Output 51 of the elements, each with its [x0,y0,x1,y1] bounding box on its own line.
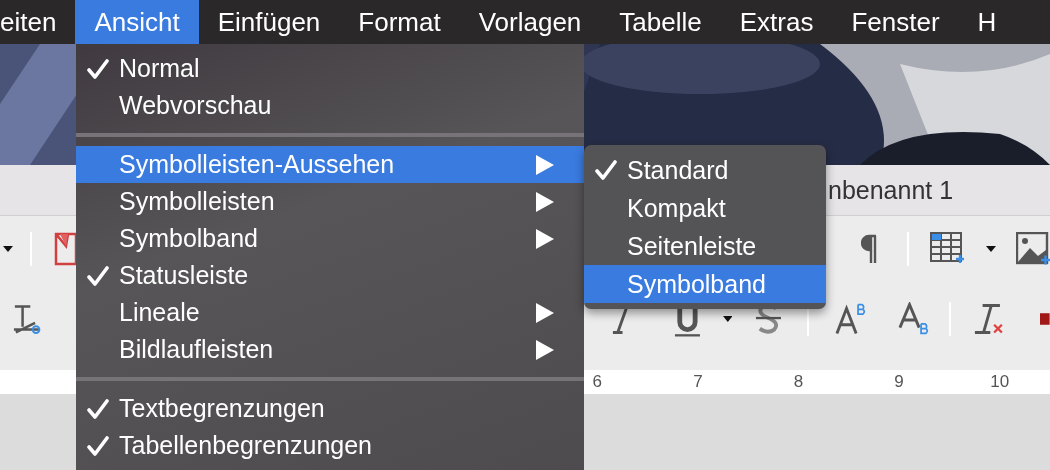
menu-bar-item[interactable]: Fenster [832,0,959,44]
ruler-number: 7 [692,372,704,392]
menu-item[interactable]: Bildlaufleisten [76,331,584,368]
clear-formatting-icon[interactable] [972,303,1006,335]
menu-item[interactable]: Symbolband [584,265,826,303]
menu-item[interactable]: Kompakt [584,189,826,227]
menu-item[interactable]: Standard [584,151,826,189]
menu-item[interactable]: Seitenleiste [584,227,826,265]
caret-icon[interactable] [722,316,733,322]
submenu-arrow-icon [536,154,554,175]
menu-item[interactable]: Lineale [76,294,584,331]
caret-icon[interactable] [986,245,996,252]
ruler-number: 6 [591,372,604,392]
color-swatch-icon[interactable] [1040,313,1050,325]
check-icon [594,159,617,181]
menu-item[interactable]: Symbolband [76,220,584,257]
window-title: nbenannt 1 [828,175,954,205]
check-icon [86,397,109,420]
caret-icon[interactable] [3,245,13,252]
menu-bar-item[interactable]: Tabelle [600,0,721,44]
submenu-arrow-icon [536,339,554,360]
menu-bar-item[interactable]: Extras [720,0,833,44]
menu-item[interactable]: Statusleiste [76,257,584,294]
menu-item[interactable]: Symbolleisten [76,183,584,220]
check-icon [86,434,109,457]
submenu-arrow-icon [536,228,554,249]
superscript-icon[interactable] [835,302,866,336]
check-icon [86,57,109,80]
menu-item[interactable]: Normal [76,50,584,87]
menu-item[interactable]: Textbegrenzungen [76,390,584,427]
menu-bar-item[interactable]: Einfügen [198,0,340,44]
menu-bar-item[interactable]: Ansicht [75,0,199,44]
menu-item[interactable]: Tabellenbegrenzungen [76,427,584,464]
subscript-icon[interactable] [898,302,929,336]
menu-bar-item[interactable]: eiten [0,0,76,44]
image-insert-icon[interactable] [1016,231,1050,266]
submenu-arrow-icon [536,302,554,323]
menu-item[interactable]: Symbolleisten-Aussehen [76,146,584,183]
pilcrow-icon[interactable] [861,233,877,264]
ruler-number: 9 [893,372,905,392]
menu-bar-item[interactable]: H [958,0,1016,44]
page-corner-icon[interactable] [54,231,78,266]
menu-bar-item[interactable]: Vorlagen [459,0,601,44]
ruler-number: 8 [792,372,805,392]
clear-text-icon[interactable] [12,303,41,335]
ruler-number: 10 [989,372,1011,392]
submenu-arrow-icon [536,191,554,212]
menu-item[interactable]: Webvorschau [76,87,584,124]
table-insert-icon[interactable] [930,231,964,266]
menu-bar-item[interactable]: Format [339,0,460,44]
check-icon [86,264,109,287]
